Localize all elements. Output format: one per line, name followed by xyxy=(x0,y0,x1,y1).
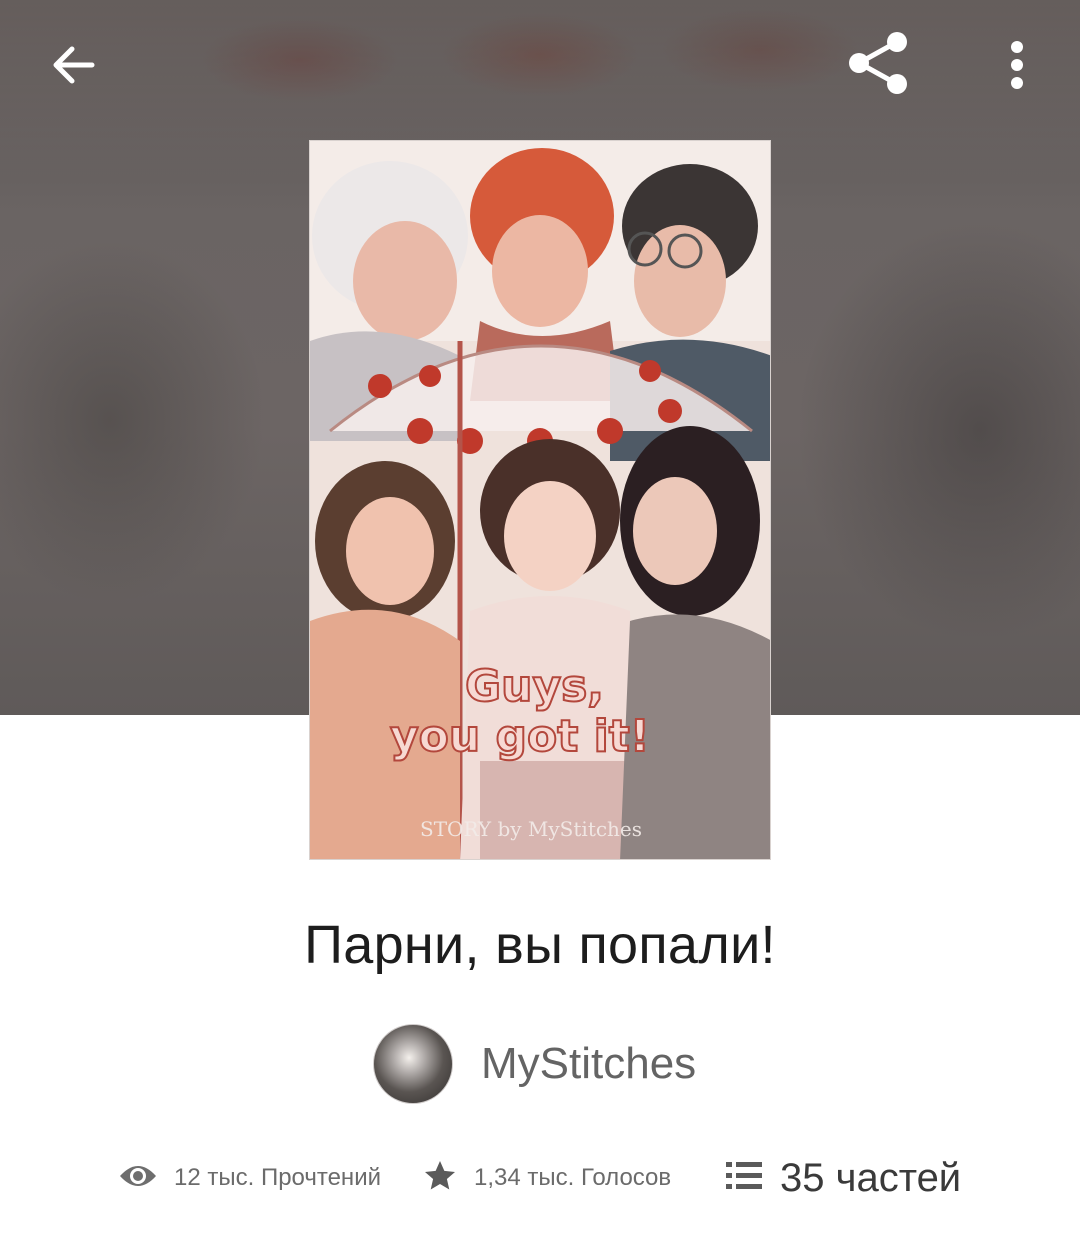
eye-icon xyxy=(118,1161,158,1196)
list-icon xyxy=(726,1160,762,1197)
parts-count[interactable]: 35 частей xyxy=(780,1156,961,1201)
figure-left-girl xyxy=(310,461,460,859)
share-icon xyxy=(845,30,911,101)
story-cover-image[interactable]: Guys, you got it! STORY by MyStitches xyxy=(309,140,771,860)
reads-stat: 12 тыс. Прочтений xyxy=(118,1150,381,1206)
parts-stat[interactable]: 35 частей xyxy=(726,1150,961,1206)
share-button[interactable] xyxy=(843,30,913,100)
story-title: Парни, вы попали! xyxy=(304,915,776,975)
author-link[interactable]: MyStitches xyxy=(373,1024,696,1104)
cover-title-line2: you got it! xyxy=(390,711,650,762)
back-button[interactable] xyxy=(38,32,108,102)
author-name[interactable]: MyStitches xyxy=(481,1039,696,1089)
reads-count: 12 тыс. Прочтений xyxy=(174,1164,381,1191)
story-stats: 12 тыс. Прочтений 1,34 тыс. Голосов 35 ч… xyxy=(0,1150,1080,1206)
votes-stat: 1,34 тыс. Голосов xyxy=(422,1150,671,1206)
cover-credit: STORY by MyStitches xyxy=(420,817,642,841)
arrow-back-icon xyxy=(50,42,96,93)
figure-center-girl xyxy=(460,439,640,859)
cover-title-line1: Guys, xyxy=(465,661,604,712)
votes-count: 1,34 тыс. Голосов xyxy=(474,1164,672,1191)
star-icon xyxy=(422,1158,458,1199)
figure-right-girl xyxy=(620,426,770,859)
more-options-button[interactable] xyxy=(982,32,1052,102)
more-vertical-icon xyxy=(1007,40,1027,94)
avatar[interactable] xyxy=(373,1024,453,1104)
